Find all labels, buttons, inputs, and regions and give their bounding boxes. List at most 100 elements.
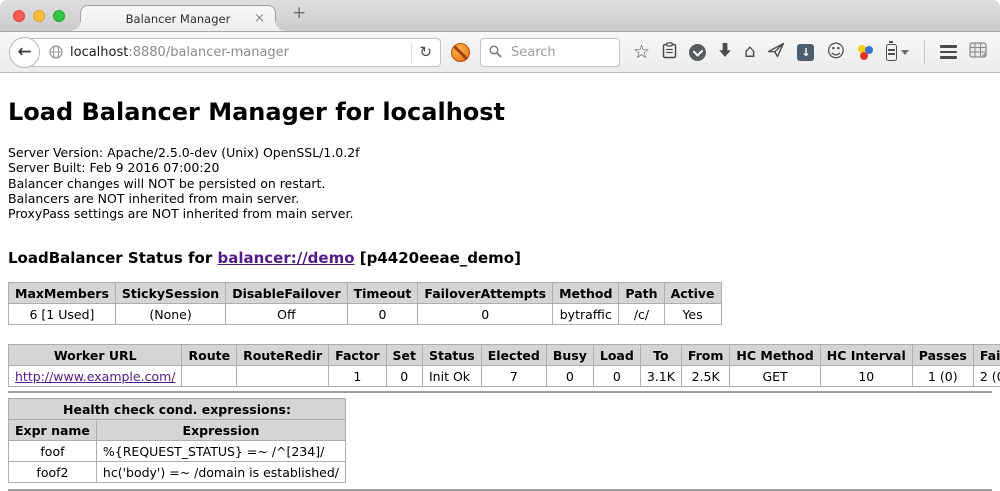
url-host: localhost bbox=[70, 45, 128, 60]
window-controls bbox=[13, 10, 65, 22]
minimize-window-button[interactable] bbox=[33, 10, 45, 22]
table-row: foof2 hc('body') =~ /domain is establish… bbox=[9, 462, 346, 483]
menu-hamburger-icon[interactable] bbox=[940, 45, 957, 59]
persist-notice-line: Balancer changes will NOT be persisted o… bbox=[8, 176, 992, 191]
status-heading-prefix: LoadBalancer Status for bbox=[8, 249, 217, 267]
bookmark-star-icon[interactable]: ☆ bbox=[633, 43, 650, 62]
cell-active: Yes bbox=[664, 304, 721, 325]
col-passes: Passes bbox=[912, 345, 973, 366]
col-set: Set bbox=[386, 345, 422, 366]
cell-status: Init Ok bbox=[423, 366, 482, 387]
proxypass-notice-line: ProxyPass settings are NOT inherited fro… bbox=[8, 206, 992, 221]
col-disablefailover: DisableFailover bbox=[226, 283, 347, 304]
col-hc-interval: HC Interval bbox=[820, 345, 912, 366]
cell-from: 2.5K bbox=[681, 366, 730, 387]
col-routeredir: RouteRedir bbox=[237, 345, 329, 366]
col-to: To bbox=[640, 345, 681, 366]
col-path: Path bbox=[619, 283, 664, 304]
reading-list-icon[interactable] bbox=[662, 42, 677, 63]
col-timeout: Timeout bbox=[347, 283, 418, 304]
toolbar-icons: ☆ ⌂ ↓ ☺ bbox=[633, 40, 987, 64]
status-heading-suffix: [p4420eeae_demo] bbox=[355, 249, 521, 267]
cell-expr-name: foof2 bbox=[9, 462, 97, 483]
col-expression: Expression bbox=[96, 420, 345, 441]
url-path: :8880/balancer-manager bbox=[128, 45, 289, 60]
battery-addon-button[interactable] bbox=[886, 44, 909, 61]
table-row: http://www.example.com/ 1 0 Init Ok 7 0 … bbox=[9, 366, 1000, 387]
server-built-line: Server Built: Feb 9 2016 07:00:20 bbox=[8, 160, 992, 175]
download-manager-icon[interactable]: ↓ bbox=[797, 44, 814, 61]
col-expr-name: Expr name bbox=[9, 420, 97, 441]
balancer-params-table: MaxMembers StickySession DisableFailover… bbox=[8, 282, 722, 325]
workers-table: Worker URL Route RouteRedir Factor Set S… bbox=[8, 344, 1000, 387]
url-text: localhost:8880/balancer-manager bbox=[70, 45, 289, 60]
chevron-down-icon bbox=[901, 50, 909, 55]
globe-icon bbox=[49, 45, 63, 59]
search-input[interactable] bbox=[509, 44, 611, 61]
cell-disablefailover: Off bbox=[226, 304, 347, 325]
downloads-icon[interactable] bbox=[718, 42, 732, 62]
col-route: Route bbox=[182, 345, 237, 366]
page-title: Load Balancer Manager for localhost bbox=[8, 98, 992, 126]
reload-icon[interactable]: ↻ bbox=[419, 45, 432, 60]
table-header-row: Expr name Expression bbox=[9, 420, 346, 441]
page-content: Load Balancer Manager for localhost Serv… bbox=[0, 98, 1000, 491]
battery-icon bbox=[886, 44, 897, 61]
col-stickysession: StickySession bbox=[115, 283, 225, 304]
cell-method: bytraffic bbox=[553, 304, 619, 325]
cell-maxmembers: 6 [1 Used] bbox=[9, 304, 116, 325]
cell-worker-url: http://www.example.com/ bbox=[9, 366, 182, 387]
cell-to: 3.1K bbox=[640, 366, 681, 387]
cell-route bbox=[182, 366, 237, 387]
col-elected: Elected bbox=[481, 345, 546, 366]
zoom-window-button[interactable] bbox=[53, 10, 65, 22]
browser-window: Balancer Manager × + ← localhost:8880/ba… bbox=[0, 0, 1000, 491]
cell-passes: 1 (0) bbox=[912, 366, 973, 387]
server-version-line: Server Version: Apache/2.5.0-dev (Unix) … bbox=[8, 145, 992, 160]
balancer-demo-link[interactable]: balancer://demo bbox=[217, 249, 354, 267]
col-busy: Busy bbox=[546, 345, 593, 366]
col-failoverattempts: FailoverAttempts bbox=[418, 283, 553, 304]
toolbar-divider bbox=[924, 40, 925, 64]
home-icon[interactable]: ⌂ bbox=[744, 43, 755, 61]
cell-hc-interval: 10 bbox=[820, 366, 912, 387]
colored-dots-addon-icon[interactable] bbox=[857, 44, 874, 61]
cell-timeout: 0 bbox=[347, 304, 418, 325]
cell-expr-name: foof bbox=[9, 441, 97, 462]
pocket-icon[interactable] bbox=[689, 44, 706, 61]
new-tab-button[interactable]: + bbox=[292, 3, 306, 23]
col-from: From bbox=[681, 345, 730, 366]
cell-routeredir bbox=[237, 366, 329, 387]
send-plane-icon[interactable] bbox=[767, 42, 785, 62]
chat-smiley-icon[interactable]: ☺ bbox=[826, 43, 845, 61]
cell-expression: %{REQUEST_STATUS} =~ /^[234]/ bbox=[96, 441, 345, 462]
cell-factor: 1 bbox=[329, 366, 386, 387]
tab-balancer-manager[interactable]: Balancer Manager × bbox=[80, 5, 276, 31]
col-maxmembers: MaxMembers bbox=[9, 283, 116, 304]
search-bar[interactable] bbox=[480, 38, 620, 67]
urlbar-divider bbox=[411, 43, 412, 62]
url-bar[interactable]: localhost:8880/balancer-manager ↻ bbox=[25, 38, 441, 67]
content-blocker-icon[interactable] bbox=[451, 43, 470, 62]
sidebar-grid-icon[interactable] bbox=[969, 42, 987, 62]
cell-failoverattempts: 0 bbox=[418, 304, 553, 325]
tab-bar: Balancer Manager × + bbox=[0, 0, 1000, 32]
cell-expression: hc('body') =~ /domain is established/ bbox=[96, 462, 345, 483]
tab-title: Balancer Manager bbox=[126, 12, 231, 26]
close-window-button[interactable] bbox=[13, 10, 25, 22]
balancer-status-heading: LoadBalancer Status for balancer://demo … bbox=[8, 249, 992, 267]
cell-hc-method: GET bbox=[730, 366, 820, 387]
section-divider bbox=[8, 391, 992, 393]
navigation-toolbar: ← localhost:8880/balancer-manager ↻ ☆ bbox=[0, 32, 1000, 73]
server-info: Server Version: Apache/2.5.0-dev (Unix) … bbox=[8, 145, 992, 221]
back-arrow-icon: ← bbox=[17, 44, 31, 61]
worker-url-link[interactable]: http://www.example.com/ bbox=[15, 369, 175, 384]
search-icon bbox=[489, 43, 502, 62]
col-status: Status bbox=[423, 345, 482, 366]
health-check-table: Health check cond. expressions: Expr nam… bbox=[8, 398, 346, 483]
back-button[interactable]: ← bbox=[9, 37, 40, 68]
col-fails: Fails bbox=[973, 345, 1000, 366]
table-header-row: MaxMembers StickySession DisableFailover… bbox=[9, 283, 722, 304]
tab-close-icon[interactable]: × bbox=[254, 11, 265, 26]
cell-fails: 2 (0) bbox=[973, 366, 1000, 387]
